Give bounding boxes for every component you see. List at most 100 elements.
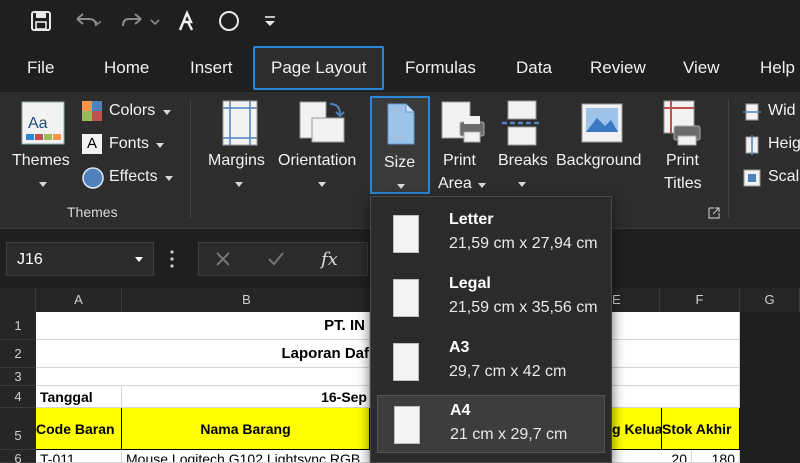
page-icon (394, 406, 420, 444)
insert-function-icon[interactable]: fx (321, 249, 338, 270)
column-header-g[interactable]: G (740, 288, 800, 312)
enter-icon[interactable] (267, 251, 285, 272)
size-option-a4[interactable]: A4 21 cm x 29,7 cm (377, 395, 605, 453)
more-options-icon[interactable] (170, 248, 174, 270)
quick-access-toolbar (0, 0, 800, 44)
undo-icon[interactable] (70, 8, 104, 34)
shape-icon[interactable] (216, 8, 242, 34)
draw-icon[interactable] (176, 8, 198, 34)
effects-label: Effects (109, 168, 158, 185)
chevron-down-icon (163, 110, 171, 115)
size-option-dimensions: 21,59 cm x 27,94 cm (449, 235, 598, 252)
size-label: Size (384, 154, 416, 171)
print-titles-label-2: Titles (664, 175, 702, 192)
cell-row-3[interactable] (36, 368, 370, 386)
tab-help[interactable]: Help (760, 44, 795, 92)
row-header-4[interactable]: 4 (0, 386, 36, 408)
print-area-label-1: Print (443, 152, 476, 169)
select-all-corner[interactable] (0, 288, 36, 312)
cell-e6[interactable]: 20 (612, 450, 692, 463)
size-option-legal[interactable]: Legal 21,59 cm x 35,56 cm (377, 269, 605, 327)
background-label: Background (556, 152, 642, 169)
chevron-down-icon[interactable] (135, 257, 143, 262)
size-button[interactable]: Size (370, 96, 430, 194)
cell-b2[interactable]: Laporan Daf (36, 340, 370, 368)
name-box[interactable]: J16 (6, 242, 154, 276)
scale-icon (742, 168, 762, 193)
size-option-dimensions: 21,59 cm x 35,56 cm (449, 299, 598, 316)
fonts-label: Fonts (109, 135, 150, 152)
cell-b1[interactable]: PT. IN (36, 312, 370, 340)
customize-icon[interactable] (260, 8, 280, 34)
group-divider (190, 100, 191, 218)
size-option-dimensions: 29,7 cm x 42 cm (449, 363, 567, 380)
tab-view[interactable]: View (683, 44, 720, 92)
cell-f6[interactable]: 180 (692, 450, 740, 463)
cell-f5[interactable]: Stok Akhir (662, 408, 740, 450)
row-header-6[interactable]: 6 (0, 450, 36, 463)
cell-e5[interactable]: g Kelua (612, 408, 662, 450)
row-header-3[interactable]: 3 (0, 368, 36, 386)
tab-formulas[interactable]: Formulas (405, 44, 476, 92)
colors-icon (82, 101, 102, 126)
cell-g1[interactable] (740, 312, 800, 340)
print-area-label-2: Area (438, 175, 472, 192)
cell-b4[interactable]: 16-Sep (122, 386, 370, 408)
chevron-down-icon (235, 182, 243, 187)
column-header-a[interactable]: A (36, 288, 122, 312)
width-label: Wid (768, 102, 796, 119)
ribbon-tabs: File Home Insert Page Layout Formulas Da… (0, 44, 800, 92)
tab-home[interactable]: Home (104, 44, 149, 92)
colors-label: Colors (109, 102, 156, 119)
chevron-down-icon (478, 183, 486, 188)
cell-b5[interactable]: Nama Barang (122, 408, 370, 450)
tab-review[interactable]: Review (590, 44, 646, 92)
redo-icon[interactable] (118, 8, 164, 34)
column-header-b[interactable]: B (122, 288, 372, 312)
scale-label: Scal (768, 168, 800, 185)
size-option-letter[interactable]: Letter 21,59 cm x 27,94 cm (377, 205, 605, 263)
cell-e4[interactable] (612, 386, 740, 408)
orientation-label: Orientation (278, 152, 357, 169)
cell-e2[interactable] (612, 340, 740, 368)
size-option-dimensions: 21 cm x 29,7 cm (450, 426, 568, 443)
svg-text:Aa: Aa (28, 115, 48, 132)
effects-icon (82, 167, 104, 194)
cell-a6[interactable]: T-011 (36, 450, 122, 463)
save-icon[interactable] (28, 8, 54, 34)
chevron-down-icon (156, 143, 164, 148)
name-box-value: J16 (17, 251, 43, 268)
size-dropdown-menu: Letter 21,59 cm x 27,94 cm Legal 21,59 c… (370, 196, 612, 463)
themes-group-label: Themes (67, 204, 118, 220)
row-header-5[interactable]: 5 (0, 408, 36, 450)
cancel-icon[interactable] (215, 251, 231, 272)
cell-a5[interactable]: Code Baran (36, 408, 122, 450)
print-area-icon (440, 100, 486, 151)
height-label: Heig (768, 135, 800, 152)
height-icon (742, 135, 762, 160)
themes-label: Themes (12, 152, 70, 169)
page-icon (393, 215, 419, 253)
print-titles-label-1: Print (666, 152, 699, 169)
size-option-name: A3 (449, 339, 470, 356)
row-header-2[interactable]: 2 (0, 340, 36, 368)
column-header-e[interactable]: E (610, 288, 660, 312)
formula-buttons: fx (198, 242, 368, 276)
chevron-down-icon (397, 184, 405, 189)
tab-page-layout[interactable]: Page Layout (253, 46, 385, 90)
size-option-name: A4 (450, 402, 471, 419)
cell-b6[interactable]: Mouse Logitech G102 Lightsync RGB (122, 450, 370, 463)
row-header-1[interactable]: 1 (0, 312, 36, 340)
tab-file[interactable]: File (27, 44, 54, 92)
tab-insert[interactable]: Insert (190, 44, 233, 92)
background-icon (581, 100, 623, 151)
cell-e1[interactable] (612, 312, 740, 340)
page-icon (393, 279, 419, 317)
cell-e3[interactable] (612, 368, 740, 386)
tab-data[interactable]: Data (516, 44, 552, 92)
chevron-down-icon (318, 182, 326, 187)
column-header-f[interactable]: F (660, 288, 740, 312)
page-setup-dialog-launcher-icon[interactable] (708, 206, 720, 224)
cell-a4[interactable]: Tanggal (36, 386, 122, 408)
size-option-a3[interactable]: A3 29,7 cm x 42 cm (377, 333, 605, 391)
